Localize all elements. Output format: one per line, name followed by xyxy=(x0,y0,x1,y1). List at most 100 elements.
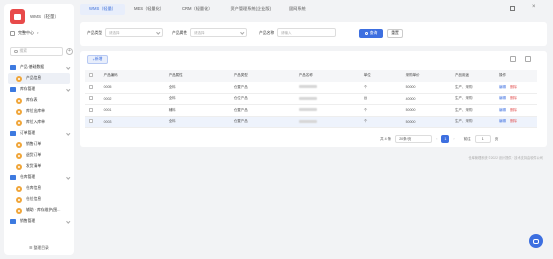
column-settings-icon[interactable] xyxy=(525,56,531,62)
edit-link[interactable]: 编辑 xyxy=(499,108,506,112)
sidebar-item-12[interactable]: 仓位信息 xyxy=(4,194,74,205)
row-checkbox-cell xyxy=(85,104,100,117)
folder-icon xyxy=(10,87,16,92)
table-cell: 0001 xyxy=(99,104,165,117)
table-cell: 全料 xyxy=(164,93,230,105)
folder-icon xyxy=(10,65,16,70)
next-page-button[interactable]: › xyxy=(453,137,454,141)
table-cell: 辅料 xyxy=(164,104,230,117)
product-name-input[interactable]: 请输入 xyxy=(277,28,336,37)
org-switcher[interactable]: 完整中心 ▾ xyxy=(10,30,39,36)
select-all-checkbox[interactable] xyxy=(89,73,93,78)
edit-link[interactable]: 编辑 xyxy=(499,119,506,123)
column-header[interactable]: 操作 xyxy=(494,70,537,82)
delete-link[interactable]: 删除 xyxy=(510,85,517,89)
row-checkbox-cell xyxy=(85,81,100,94)
delete-link[interactable]: 删除 xyxy=(510,108,517,112)
column-header[interactable]: 产品类型 xyxy=(229,70,295,82)
sidebar-item-3[interactable]: 库存表 xyxy=(4,95,74,106)
reset-label: 重置 xyxy=(391,31,399,35)
column-header[interactable]: 采购单价 xyxy=(401,70,451,82)
product-table: 产品编码 产品属性 产品类型 产品名称 单位 采购单价 产品用途 操作 0005 全料 仓置产品个… xyxy=(85,70,537,128)
table-cell: 50000 xyxy=(401,81,451,94)
row-checkbox[interactable] xyxy=(89,119,93,124)
sidebar-item-5[interactable]: 库位入库单 xyxy=(4,117,74,128)
tab-3[interactable]: 资产管理系统(企业版) xyxy=(221,4,279,15)
product-attr-select[interactable]: 请选择 xyxy=(190,28,247,37)
page-number-current[interactable]: 1 xyxy=(441,135,450,143)
edit-link[interactable]: 编辑 xyxy=(499,85,506,89)
sidebar-item-13[interactable]: 辅助 · 库存维护(图... xyxy=(4,205,74,216)
sidebar-item-label: 辅助 · 库存维护(图... xyxy=(26,208,61,212)
fullscreen-icon[interactable] xyxy=(510,56,516,62)
delete-link[interactable]: 删除 xyxy=(510,119,517,123)
tab-0[interactable]: WMS（轻量） xyxy=(80,3,125,15)
add-menu-button[interactable]: + xyxy=(66,48,73,55)
tab-2[interactable]: CRM（轻量化） xyxy=(173,4,221,15)
menu-node-icon xyxy=(16,207,22,214)
sidebar-item-label: 销售管理 xyxy=(20,219,36,223)
table-cell: 全料 xyxy=(164,116,230,128)
table-row[interactable]: 0002 全料 仓位产品 台 40000 生产、采购 编辑 删除 xyxy=(85,93,537,105)
tab-1[interactable]: MES（轻量化） xyxy=(125,4,173,15)
table-cell xyxy=(294,93,360,105)
column-header[interactable]: 单位 xyxy=(359,70,402,82)
table-cell: 仓位产品 xyxy=(229,93,295,105)
sidebar-item-14[interactable]: 销售管理 xyxy=(4,216,74,227)
sidebar-item-6[interactable]: 订单管理 xyxy=(4,128,74,139)
delete-link[interactable]: 删除 xyxy=(510,96,517,100)
menu-node-icon xyxy=(16,141,22,148)
table-cell: 0002 xyxy=(99,93,165,105)
menu-node-icon xyxy=(16,196,22,203)
page-size-select[interactable]: 20条/页 xyxy=(395,135,433,143)
sidebar-item-9[interactable]: 发货清单 xyxy=(4,161,74,172)
table-cell: 个 xyxy=(359,81,402,94)
close-icon[interactable]: × xyxy=(532,4,536,10)
query-button[interactable]: 查询 xyxy=(359,29,383,38)
table-row[interactable]: 0001 辅料 仓置产品 个 50000 生产、采购 编辑 删除 xyxy=(85,104,537,117)
maximize-icon[interactable] xyxy=(510,6,515,11)
column-header[interactable]: 产品编码 xyxy=(99,70,165,82)
folder-icon xyxy=(10,219,16,224)
org-icon xyxy=(10,30,15,36)
sidebar-item-0[interactable]: 产品·基础数据 xyxy=(4,62,74,73)
table-cell xyxy=(294,104,360,117)
reset-button[interactable]: 重置 xyxy=(387,29,403,38)
chevron-down-icon xyxy=(65,65,70,70)
menu-node-icon xyxy=(16,108,22,115)
goto-page-input[interactable]: 1 xyxy=(474,135,491,143)
table-cell: 生产、采购 xyxy=(450,93,495,105)
sidebar-item-10[interactable]: 仓库管理 xyxy=(4,172,74,183)
sidebar-search-input[interactable]: 搜索 xyxy=(10,47,63,56)
sidebar-item-7[interactable]: 销售订单 xyxy=(4,139,74,150)
edit-link[interactable]: 编辑 xyxy=(499,96,506,100)
table-row[interactable]: 0005 全料 仓置产品 个 50000 生产、采购 编辑 删除 xyxy=(85,81,537,94)
product-type-select[interactable]: 请选择 xyxy=(105,28,163,37)
sidebar-item-8[interactable]: 退货订单 xyxy=(4,150,74,161)
row-checkbox[interactable] xyxy=(89,84,93,89)
sidebar-item-11[interactable]: 仓库信息 xyxy=(4,183,74,194)
menu-node-icon xyxy=(16,163,22,170)
row-checkbox[interactable] xyxy=(89,96,93,101)
sidebar-item-2[interactable]: 库存管理 xyxy=(4,84,74,95)
sidebar-item-4[interactable]: 库位出库单 xyxy=(4,106,74,117)
redacted-product-name xyxy=(298,85,317,88)
menu-node-icon xyxy=(16,119,22,126)
sidebar-item-1[interactable]: 产品信息 xyxy=(8,73,70,84)
column-header[interactable]: 产品名称 xyxy=(294,70,360,82)
column-header[interactable]: 产品属性 xyxy=(164,70,230,82)
table-row[interactable]: 0003 全料 仓置产品 个 50000 生产、采购 编辑 删除 xyxy=(85,116,537,128)
add-product-button[interactable]: + 新增 xyxy=(87,55,108,64)
chat-support-button[interactable] xyxy=(529,234,543,248)
table-cell: 50000 xyxy=(401,116,451,128)
table-header-row: 产品编码 产品属性 产品类型 产品名称 单位 采购单价 产品用途 操作 xyxy=(85,70,537,82)
chat-icon xyxy=(533,238,539,244)
table-cell: 全料 xyxy=(164,81,230,94)
tab-4[interactable]: 固网系统 xyxy=(280,4,315,15)
product-type-placeholder: 请选择 xyxy=(109,31,120,35)
column-header[interactable]: 产品用途 xyxy=(450,70,495,82)
prev-page-button[interactable]: ‹ xyxy=(436,137,437,141)
collapse-sidebar-button[interactable]: ☰ 整理目录 xyxy=(4,245,74,251)
row-actions: 编辑 删除 xyxy=(494,81,537,94)
row-checkbox[interactable] xyxy=(89,107,93,112)
